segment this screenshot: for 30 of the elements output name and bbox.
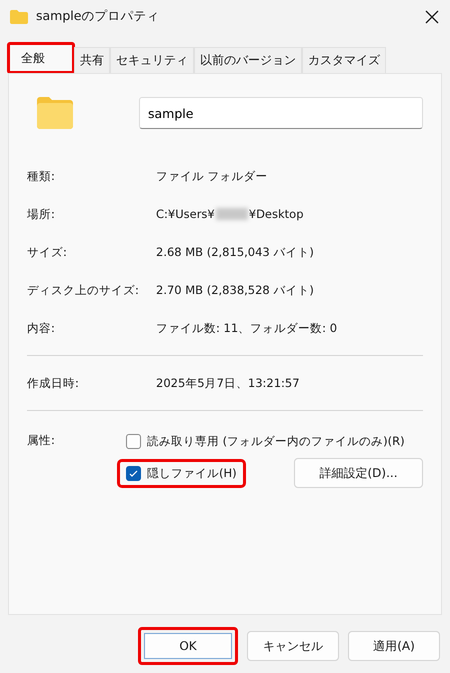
property-value: C:¥Users¥ ¥Desktop: [156, 207, 304, 221]
checkmark-icon: [129, 468, 138, 478]
property-label: ディスク上のサイズ:: [27, 282, 140, 298]
folder-icon: [10, 10, 28, 24]
checkbox[interactable]: 読み取り専用 (フォルダー内のファイルのみ)(R): [120, 430, 411, 452]
property-label: 作成日時:: [27, 376, 80, 390]
property-label: 場所:: [27, 206, 56, 222]
tab[interactable]: セキュリティ: [110, 47, 194, 73]
dialog-button[interactable]: OK: [138, 627, 238, 665]
folder-icon: [37, 97, 73, 129]
advanced-button[interactable]: 詳細設定(D)...: [294, 458, 423, 488]
dialog-button[interactable]: 適用(A): [348, 631, 440, 661]
dialog-button[interactable]: キャンセル: [247, 631, 339, 661]
property-value: ファイル フォルダー: [156, 168, 268, 184]
close-button[interactable]: [424, 8, 440, 24]
tab[interactable]: カスタマイズ: [302, 47, 386, 73]
attributes-label: 属性:: [27, 432, 56, 449]
window-title: sampleのプロパティ: [36, 8, 160, 25]
property-value: 2.68 MB (2,815,043 バイト): [156, 244, 314, 260]
property-label: サイズ:: [27, 244, 68, 260]
tab[interactable]: 共有: [74, 47, 110, 73]
tab[interactable]: 以前のバージョン: [194, 47, 302, 73]
tab[interactable]: 全般: [8, 43, 74, 73]
property-value: 2.70 MB (2,838,528 バイト): [156, 282, 314, 298]
property-label: 種類:: [27, 168, 56, 184]
property-label: 内容:: [27, 320, 56, 336]
property-value: 2025年5月7日、13:21:57: [156, 376, 300, 390]
name-field[interactable]: sample: [139, 97, 423, 129]
checkbox[interactable]: 隠しファイル(H): [120, 462, 243, 484]
property-value: ファイル数: 11、フォルダー数: 0: [156, 320, 338, 336]
